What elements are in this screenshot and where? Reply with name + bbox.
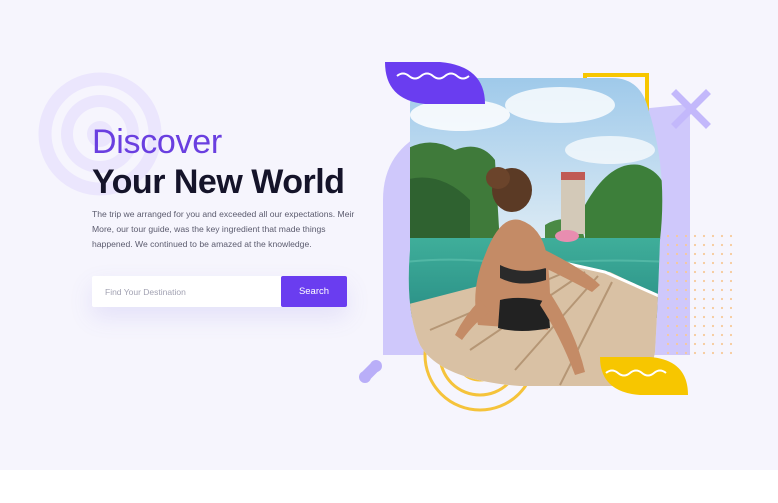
link-dots-icon — [359, 360, 382, 383]
dot-grid — [660, 230, 732, 360]
purple-leaf-shape — [385, 62, 485, 104]
hero-photo — [408, 78, 663, 386]
hero-image-composition — [359, 62, 732, 412]
yellow-leaf-shape — [600, 357, 688, 395]
